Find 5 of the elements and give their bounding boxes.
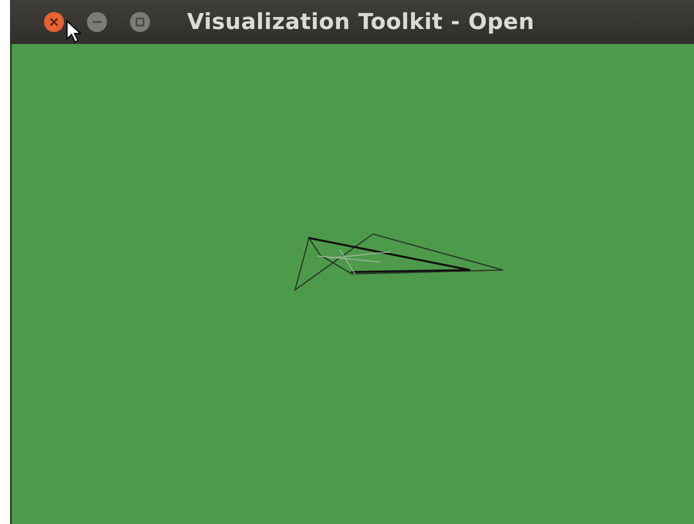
mouse-pointer-icon	[66, 20, 82, 44]
close-button[interactable]	[43, 11, 65, 33]
window-title: Visualization Toolkit - Open	[187, 10, 534, 34]
minimize-button[interactable]	[86, 11, 108, 33]
maximize-button[interactable]	[129, 11, 151, 33]
